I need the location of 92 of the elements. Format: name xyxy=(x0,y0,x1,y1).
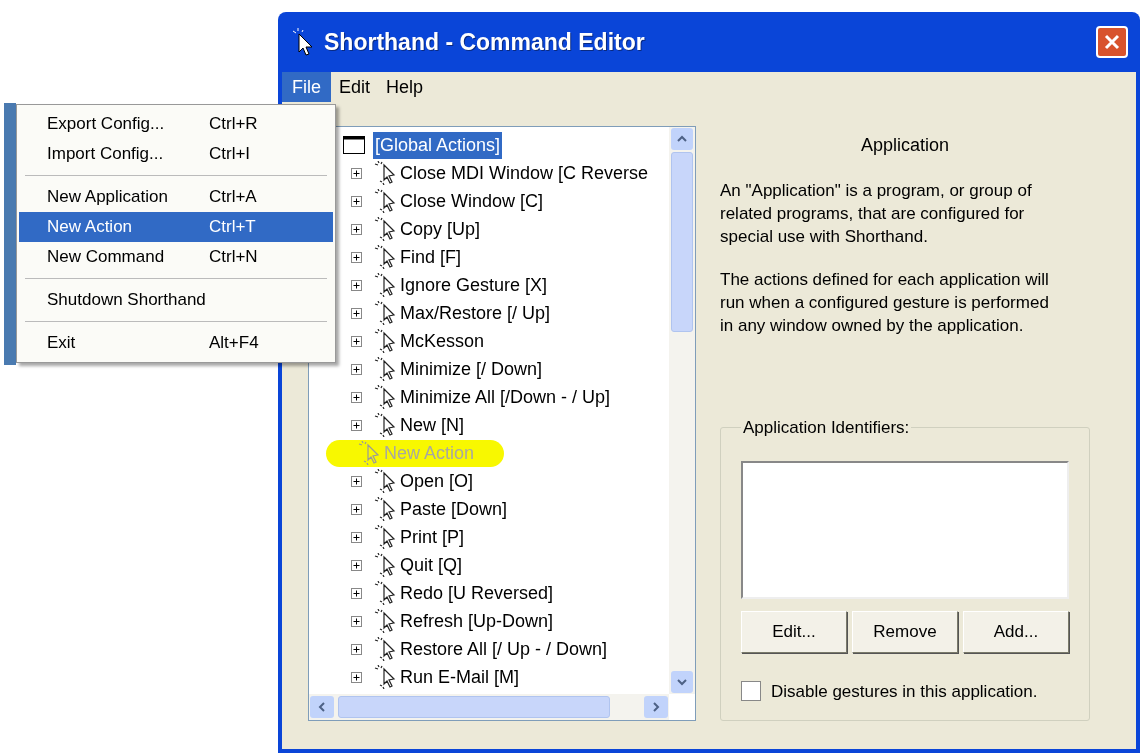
menu-entry[interactable]: Shutdown Shorthand xyxy=(19,285,333,315)
menu-entry[interactable]: New Action Ctrl+T xyxy=(19,212,333,242)
dialog-button[interactable]: Remove xyxy=(852,610,958,653)
cursor-icon xyxy=(374,245,396,269)
expand-icon[interactable] xyxy=(351,643,362,655)
cursor-icon xyxy=(374,665,396,689)
cursor-icon xyxy=(374,581,396,605)
menu-entry[interactable]: Export Config... Ctrl+R xyxy=(19,109,333,139)
menu-entry[interactable]: Import Config... Ctrl+I xyxy=(19,139,333,169)
tree-item[interactable]: Open [O] xyxy=(400,467,474,495)
menu-entry[interactable]: New Command Ctrl+N xyxy=(19,242,333,272)
tree-item[interactable]: Ignore Gesture [X] xyxy=(400,271,548,299)
cursor-icon xyxy=(374,413,396,437)
menu-item[interactable]: File xyxy=(282,72,331,102)
expand-icon[interactable] xyxy=(351,671,362,683)
scroll-down-button[interactable] xyxy=(671,671,693,693)
tree-item[interactable]: [Global Actions] xyxy=(373,131,503,159)
scroll-right-button[interactable] xyxy=(644,696,668,718)
description-text: The actions defined for each application will run when a configured gesture is performed in any window owned by the application. xyxy=(720,269,1050,337)
expand-icon[interactable] xyxy=(351,335,362,347)
tree-item[interactable]: Restore All [/ Up - / Down] xyxy=(400,635,608,663)
group-title: Application Identifiers: xyxy=(742,417,911,439)
tree-item[interactable]: Max/Restore [/ Up] xyxy=(400,299,551,327)
tree-item[interactable]: New [N] xyxy=(400,411,464,439)
tree-item[interactable]: Close MDI Window [C Reverse xyxy=(400,159,649,187)
tree-item[interactable]: Print [P] xyxy=(400,523,465,551)
tree-item[interactable]: Minimize [/ Down] xyxy=(400,355,543,383)
window-title: Shorthand - Command Editor xyxy=(324,27,645,57)
tree-item[interactable]: Refresh [Up-Down] xyxy=(400,607,554,635)
expand-icon[interactable] xyxy=(351,615,362,627)
expand-icon[interactable] xyxy=(351,587,362,599)
checkbox[interactable] xyxy=(741,681,761,702)
cursor-icon xyxy=(374,301,396,325)
cursor-icon xyxy=(374,525,396,549)
dialog-button[interactable]: Add... xyxy=(963,610,1069,653)
menu-entry[interactable]: Exit Alt+F4 xyxy=(19,328,333,358)
expand-icon[interactable] xyxy=(351,503,362,515)
vertical-scrollbar[interactable] xyxy=(669,127,695,694)
chevron-down-icon xyxy=(677,678,687,686)
menu-entry[interactable]: New Application Ctrl+A xyxy=(19,182,333,212)
scroll-left-button[interactable] xyxy=(310,696,334,718)
cursor-icon xyxy=(374,357,396,381)
expand-icon[interactable] xyxy=(351,251,362,263)
expand-icon[interactable] xyxy=(351,419,362,431)
cursor-icon xyxy=(374,469,396,493)
cursor-icon xyxy=(374,637,396,661)
scroll-thumb[interactable] xyxy=(338,696,610,718)
tree-item[interactable]: Copy [Up] xyxy=(400,215,481,243)
cursor-icon xyxy=(358,441,380,465)
horizontal-scrollbar[interactable] xyxy=(309,694,669,720)
cursor-icon xyxy=(374,189,396,213)
expand-icon[interactable] xyxy=(351,363,362,375)
scroll-thumb[interactable] xyxy=(671,152,693,332)
tree-item[interactable]: Redo [U Reversed] xyxy=(400,579,554,607)
panel-heading: Application xyxy=(859,134,951,157)
menu-item[interactable]: Edit xyxy=(331,72,379,102)
cursor-icon xyxy=(374,161,396,185)
description-text: An "Application" is a program, or group of related programs, that are configured for special use with Shorthand. xyxy=(720,180,1033,248)
checkbox-label: Disable gestures in this application. xyxy=(771,680,1038,703)
chevron-left-icon xyxy=(318,702,326,712)
cursor-icon xyxy=(374,609,396,633)
cursor-icon xyxy=(374,553,396,577)
tree-item[interactable]: Minimize All [/Down - / Up] xyxy=(400,383,611,411)
chevron-right-icon xyxy=(652,702,660,712)
close-button[interactable] xyxy=(1096,26,1128,58)
identifier-list[interactable] xyxy=(741,460,1069,599)
tree-item[interactable]: Close Window [C] xyxy=(400,187,544,215)
cursor-icon xyxy=(374,217,396,241)
expand-icon[interactable] xyxy=(351,195,362,207)
expand-icon[interactable] xyxy=(351,391,362,403)
expand-icon[interactable] xyxy=(351,223,362,235)
cursor-icon xyxy=(374,385,396,409)
window-icon xyxy=(343,136,365,154)
chevron-up-icon xyxy=(677,135,687,143)
tree-item[interactable]: Run E-Mail [M] xyxy=(400,663,520,691)
cursor-icon xyxy=(374,329,396,353)
scroll-up-button[interactable] xyxy=(671,128,693,150)
tree-item[interactable]: McKesson xyxy=(400,327,485,355)
expand-icon[interactable] xyxy=(351,475,362,487)
menu-item[interactable]: Help xyxy=(378,72,432,102)
dialog-button[interactable]: Edit... xyxy=(741,610,847,653)
tree-item[interactable]: Quit [Q] xyxy=(400,551,462,579)
expand-icon[interactable] xyxy=(351,279,362,291)
cursor-icon xyxy=(374,273,396,297)
tree-item[interactable]: Paste [Down] xyxy=(400,495,508,523)
tree-item[interactable]: Find [F] xyxy=(400,243,461,271)
expand-icon[interactable] xyxy=(351,531,362,543)
cursor-icon xyxy=(374,497,396,521)
close-icon xyxy=(1104,34,1120,50)
expand-icon[interactable] xyxy=(351,559,362,571)
expand-icon[interactable] xyxy=(351,167,362,179)
expand-icon[interactable] xyxy=(351,307,362,319)
